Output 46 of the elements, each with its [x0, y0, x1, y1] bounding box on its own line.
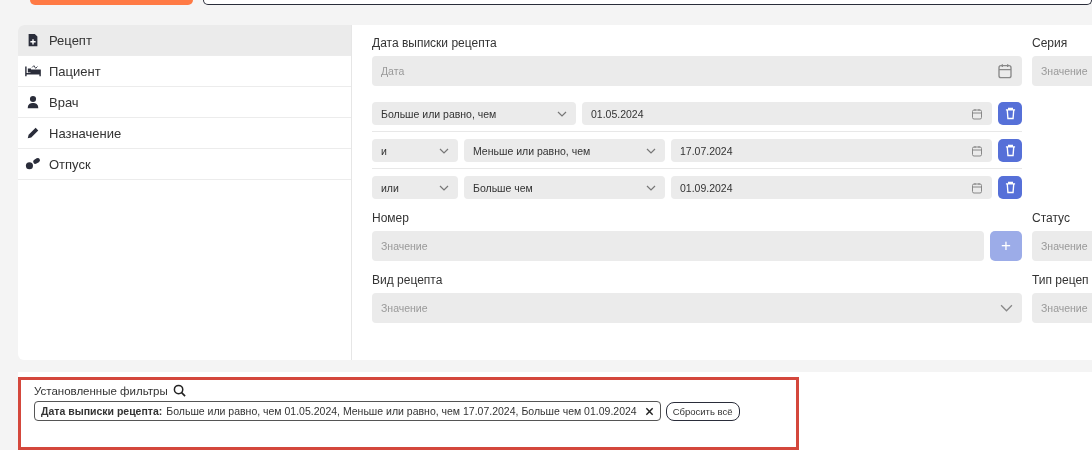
chevron-down-icon	[439, 147, 449, 154]
search-icon[interactable]	[172, 384, 186, 397]
field-label: Статус	[1032, 211, 1071, 225]
delete-button[interactable]	[998, 176, 1022, 199]
conjunction-select[interactable]: и	[372, 139, 458, 162]
chevron-down-icon	[1000, 304, 1013, 312]
pencil-icon	[25, 126, 41, 140]
delete-button[interactable]	[998, 102, 1022, 125]
field-label: Тип рецеп	[1032, 273, 1090, 287]
field-label: Серия	[1032, 36, 1069, 50]
person-icon	[25, 95, 41, 109]
sidebar-item[interactable]: Пациент	[18, 56, 351, 87]
sidebar-item[interactable]: Врач	[18, 87, 351, 118]
delete-button[interactable]	[998, 139, 1022, 162]
calendar-icon[interactable]	[997, 63, 1013, 79]
section-title: Установленные фильтры	[34, 384, 168, 397]
date-field[interactable]: 01.09.2024	[671, 176, 992, 199]
close-icon[interactable]	[644, 406, 654, 416]
chevron-down-icon	[646, 147, 656, 154]
sidebar-item[interactable]: Рецепт	[18, 25, 351, 56]
date-field[interactable]: 17.07.2024	[671, 139, 992, 162]
calendar-icon[interactable]	[971, 107, 983, 120]
pills-icon	[25, 157, 41, 171]
field-label: Номер	[372, 211, 410, 225]
sidebar-item[interactable]: Назначение	[18, 118, 351, 149]
conjunction-select[interactable]: или	[372, 176, 458, 199]
trash-icon	[1004, 107, 1016, 120]
trash-icon	[1004, 181, 1016, 194]
calendar-icon[interactable]	[971, 144, 983, 157]
chevron-down-icon	[439, 184, 449, 191]
bed-icon	[25, 64, 41, 78]
reset-button[interactable]: Сбросить всё	[665, 401, 740, 421]
chip-value: Больше или равно, чем 01.05.2024, Меньше или равно, чем 17.07.2024, Больше чем 01.09.2024	[166, 405, 637, 417]
sidebar-item[interactable]: Отпуск	[18, 149, 351, 180]
field-label: Дата выписки рецепта	[372, 36, 498, 50]
operator-select[interactable]: Меньше или равно, чем	[464, 139, 665, 162]
chip-label: Дата выписки рецепта:	[41, 405, 163, 417]
operator-select[interactable]: Больше чем	[464, 176, 665, 199]
operator-select[interactable]: Больше или равно, чем	[372, 102, 576, 125]
trash-icon	[1004, 144, 1016, 157]
chevron-down-icon	[557, 110, 567, 117]
text-field[interactable]	[203, 0, 1092, 5]
chevron-down-icon	[646, 184, 656, 191]
date-field[interactable]: 01.05.2024	[582, 102, 992, 125]
field-label: Вид рецепта	[372, 273, 444, 287]
calendar-icon[interactable]	[971, 181, 983, 194]
